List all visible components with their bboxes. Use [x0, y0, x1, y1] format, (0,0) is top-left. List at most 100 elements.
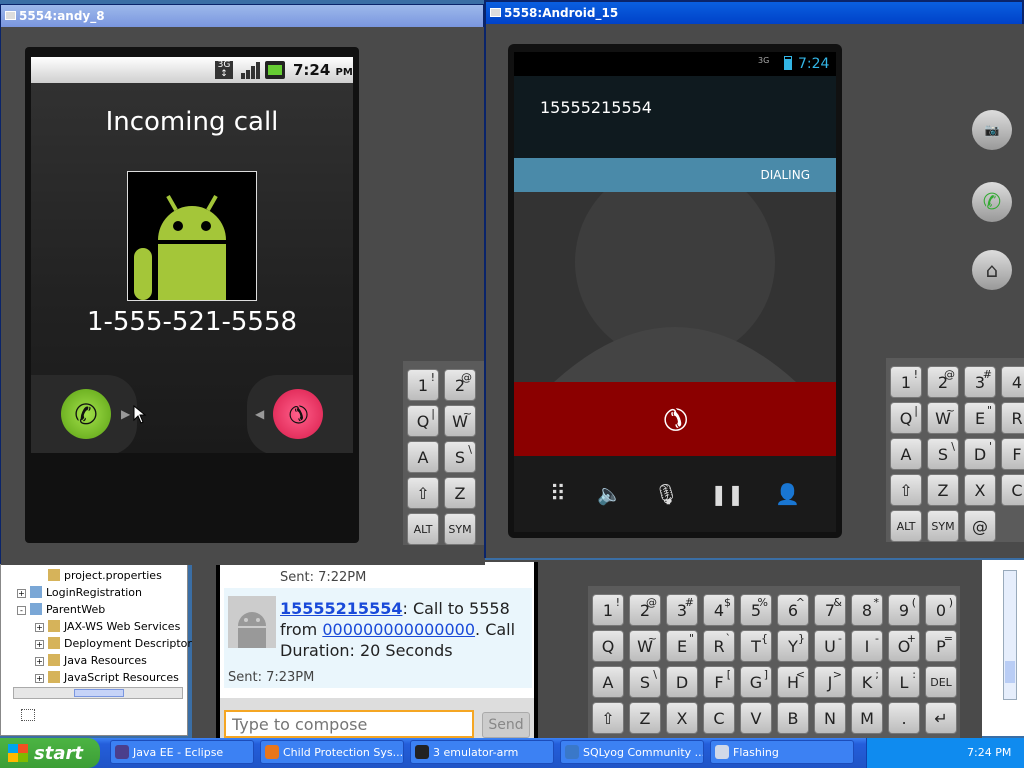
tree-item[interactable]: + Java Resources [35, 654, 147, 667]
key-1-2[interactable]: S \ [444, 441, 476, 473]
camera-button[interactable]: 📷 [972, 110, 1012, 150]
key-1-0[interactable]: 2 @ [927, 366, 959, 398]
key-6-2[interactable]: J > [814, 666, 846, 698]
dialpad-icon[interactable]: ⠿ [550, 482, 566, 507]
compose-input[interactable] [224, 710, 474, 738]
mute-icon[interactable]: 🎙 [654, 482, 679, 506]
key-0-3[interactable]: ⇧ [592, 702, 624, 734]
tree-item[interactable]: - ParentWeb [17, 603, 105, 616]
expand-toggle-icon[interactable]: - [17, 606, 26, 615]
key-5-2[interactable]: H < [777, 666, 809, 698]
key-1-1[interactable]: W ~ [444, 405, 476, 437]
taskbar-button[interactable]: SQLyog Community ... [560, 740, 704, 764]
tree-item[interactable]: + LoginRegistration [17, 586, 142, 599]
reject-button[interactable]: ◀ ✆ [247, 375, 353, 453]
key-0-4[interactable]: ALT [890, 510, 922, 542]
key-3-2[interactable]: F [1001, 438, 1024, 470]
key-3-3[interactable]: C [1001, 474, 1024, 506]
key-2-2[interactable]: D [666, 666, 698, 698]
key-0-3[interactable]: ⇧ [407, 477, 439, 509]
key-3-0[interactable]: 4 $ [703, 594, 735, 626]
hold-icon[interactable]: ❚❚ [710, 482, 744, 506]
key-0-2[interactable]: A [592, 666, 624, 698]
key-3-0[interactable]: 4 [1001, 366, 1024, 398]
key-0-4[interactable]: ALT [407, 513, 439, 545]
key-0-2[interactable]: A [890, 438, 922, 470]
expand-toggle-icon[interactable]: + [35, 640, 44, 649]
expand-toggle-icon[interactable]: + [35, 623, 44, 632]
answer-button[interactable]: ✆ ▶ [31, 375, 137, 453]
key-7-1[interactable]: I- [851, 630, 883, 662]
key-5-0[interactable]: 6 ^ [777, 594, 809, 626]
key-3-1[interactable]: R ` [703, 630, 735, 662]
key-7-0[interactable]: 8 * [851, 594, 883, 626]
from-link[interactable]: 000000000000000 [322, 620, 475, 639]
expand-toggle-icon[interactable]: + [17, 589, 26, 598]
sender-link[interactable]: 15555215554 [280, 599, 402, 618]
key-6-1[interactable]: U- [814, 630, 846, 662]
key-2-0[interactable]: 3 # [666, 594, 698, 626]
key-1-2[interactable]: S \ [629, 666, 661, 698]
key-0-1[interactable]: Q | [890, 402, 922, 434]
key-4-2[interactable]: G] [740, 666, 772, 698]
taskbar-button[interactable]: 3 emulator-arm [410, 740, 554, 764]
key-0-0[interactable]: 1! [407, 369, 439, 401]
taskbar-button[interactable]: Child Protection Sys... [260, 740, 404, 764]
key-2-4[interactable]: @ [964, 510, 996, 542]
tree-item[interactable]: + JAX-WS Web Services [35, 620, 180, 633]
key-7-2[interactable]: K; [851, 666, 883, 698]
key-3-3[interactable]: C [703, 702, 735, 734]
key-1-4[interactable]: SYM [444, 513, 476, 545]
key-0-2[interactable]: A [407, 441, 439, 473]
key-5-3[interactable]: B [777, 702, 809, 734]
key-2-2[interactable]: D ' [964, 438, 996, 470]
key-1-2[interactable]: S \ [927, 438, 959, 470]
send-button[interactable]: Send [482, 712, 530, 738]
key-1-4[interactable]: SYM [927, 510, 959, 542]
tree-item[interactable]: project.properties [35, 569, 162, 582]
key-8-2[interactable]: L: [888, 666, 920, 698]
window-titlebar[interactable]: 5558:Android_15 [486, 2, 1022, 24]
key-2-0[interactable]: 3 # [964, 366, 996, 398]
key-4-0[interactable]: 5% [740, 594, 772, 626]
key-9-0[interactable]: 0) [925, 594, 957, 626]
key-8-0[interactable]: 9( [888, 594, 920, 626]
key-1-0[interactable]: 2 @ [629, 594, 661, 626]
key-1-3[interactable]: Z [444, 477, 476, 509]
key-2-3[interactable]: X [666, 702, 698, 734]
key-0-1[interactable]: Q | [407, 405, 439, 437]
key-0-0[interactable]: 1! [890, 366, 922, 398]
key-9-2[interactable]: DEL [925, 666, 957, 698]
key-5-1[interactable]: Y} [777, 630, 809, 662]
key-4-3[interactable]: V [740, 702, 772, 734]
home-button[interactable]: ⌂ [972, 250, 1012, 290]
tree-toolbar-icon[interactable] [21, 709, 35, 721]
key-4-1[interactable]: T{ [740, 630, 772, 662]
tree-item[interactable]: + Deployment Descriptor: [35, 637, 195, 650]
tree-item[interactable]: + JavaScript Resources [35, 671, 179, 684]
right-vscrollbar[interactable] [1003, 570, 1017, 700]
key-9-1[interactable]: P = [925, 630, 957, 662]
taskbar-button[interactable]: Java EE - Eclipse [110, 740, 254, 764]
end-call-button[interactable]: ✆ [514, 382, 836, 456]
key-2-1[interactable]: E " [666, 630, 698, 662]
key-3-2[interactable]: F[ [703, 666, 735, 698]
key-3-1[interactable]: R [1001, 402, 1024, 434]
add-call-icon[interactable]: 👤 [775, 482, 800, 506]
key-0-3[interactable]: ⇧ [890, 474, 922, 506]
start-button[interactable]: start [0, 738, 100, 768]
key-1-3[interactable]: Z [927, 474, 959, 506]
key-1-3[interactable]: Z [629, 702, 661, 734]
expand-toggle-icon[interactable]: + [35, 674, 44, 683]
key-8-3[interactable]: . [888, 702, 920, 734]
tree-hscrollbar[interactable] [13, 687, 183, 699]
key-1-0[interactable]: 2 @ [444, 369, 476, 401]
call-button[interactable]: ✆ [972, 182, 1012, 222]
key-1-1[interactable]: W ~ [927, 402, 959, 434]
key-2-3[interactable]: X [964, 474, 996, 506]
key-6-0[interactable]: 7 & [814, 594, 846, 626]
key-0-1[interactable]: Q [592, 630, 624, 662]
key-9-3[interactable]: ↵ [925, 702, 957, 734]
key-2-1[interactable]: E " [964, 402, 996, 434]
key-1-1[interactable]: W ~ [629, 630, 661, 662]
